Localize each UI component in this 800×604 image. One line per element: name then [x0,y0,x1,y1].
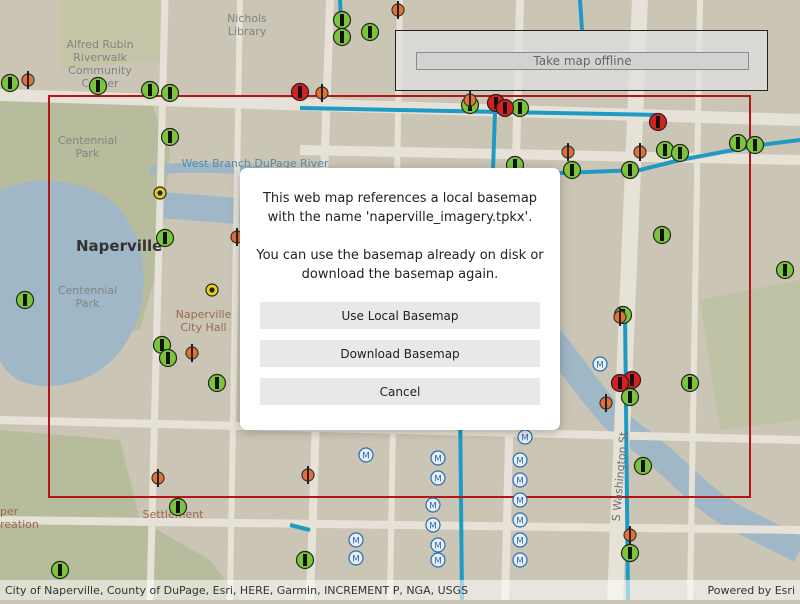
attribution-bar: City of Naperville, County of DuPage, Es… [0,580,800,600]
svg-text:M: M [516,517,524,527]
take-map-offline-button[interactable]: Take map offline [416,52,749,70]
svg-text:M: M [429,502,437,512]
basemap-dialog: This web map references a local basemap … [240,168,560,430]
svg-text:M: M [352,555,360,565]
svg-text:M: M [516,477,524,487]
svg-text:M: M [521,434,529,444]
svg-text:M: M [434,475,442,485]
attribution-text: City of Naperville, County of DuPage, Es… [5,583,469,597]
cancel-button[interactable]: Cancel [260,378,540,405]
svg-text:M: M [596,361,604,371]
svg-text:M: M [434,455,442,465]
svg-text:M: M [434,542,442,552]
svg-text:M: M [429,522,437,532]
dialog-message: This web map references a local basemap … [256,191,544,282]
svg-text:M: M [516,557,524,567]
download-basemap-button[interactable]: Download Basemap [260,340,540,367]
svg-text:M: M [352,537,360,547]
svg-text:M: M [362,452,370,462]
svg-text:M: M [516,457,524,467]
svg-text:M: M [516,537,524,547]
offline-panel: Take map offline [395,30,768,91]
use-local-basemap-button[interactable]: Use Local Basemap [260,302,540,329]
powered-by-text: Powered by Esri [707,583,795,597]
svg-text:M: M [434,557,442,567]
svg-text:M: M [516,497,524,507]
